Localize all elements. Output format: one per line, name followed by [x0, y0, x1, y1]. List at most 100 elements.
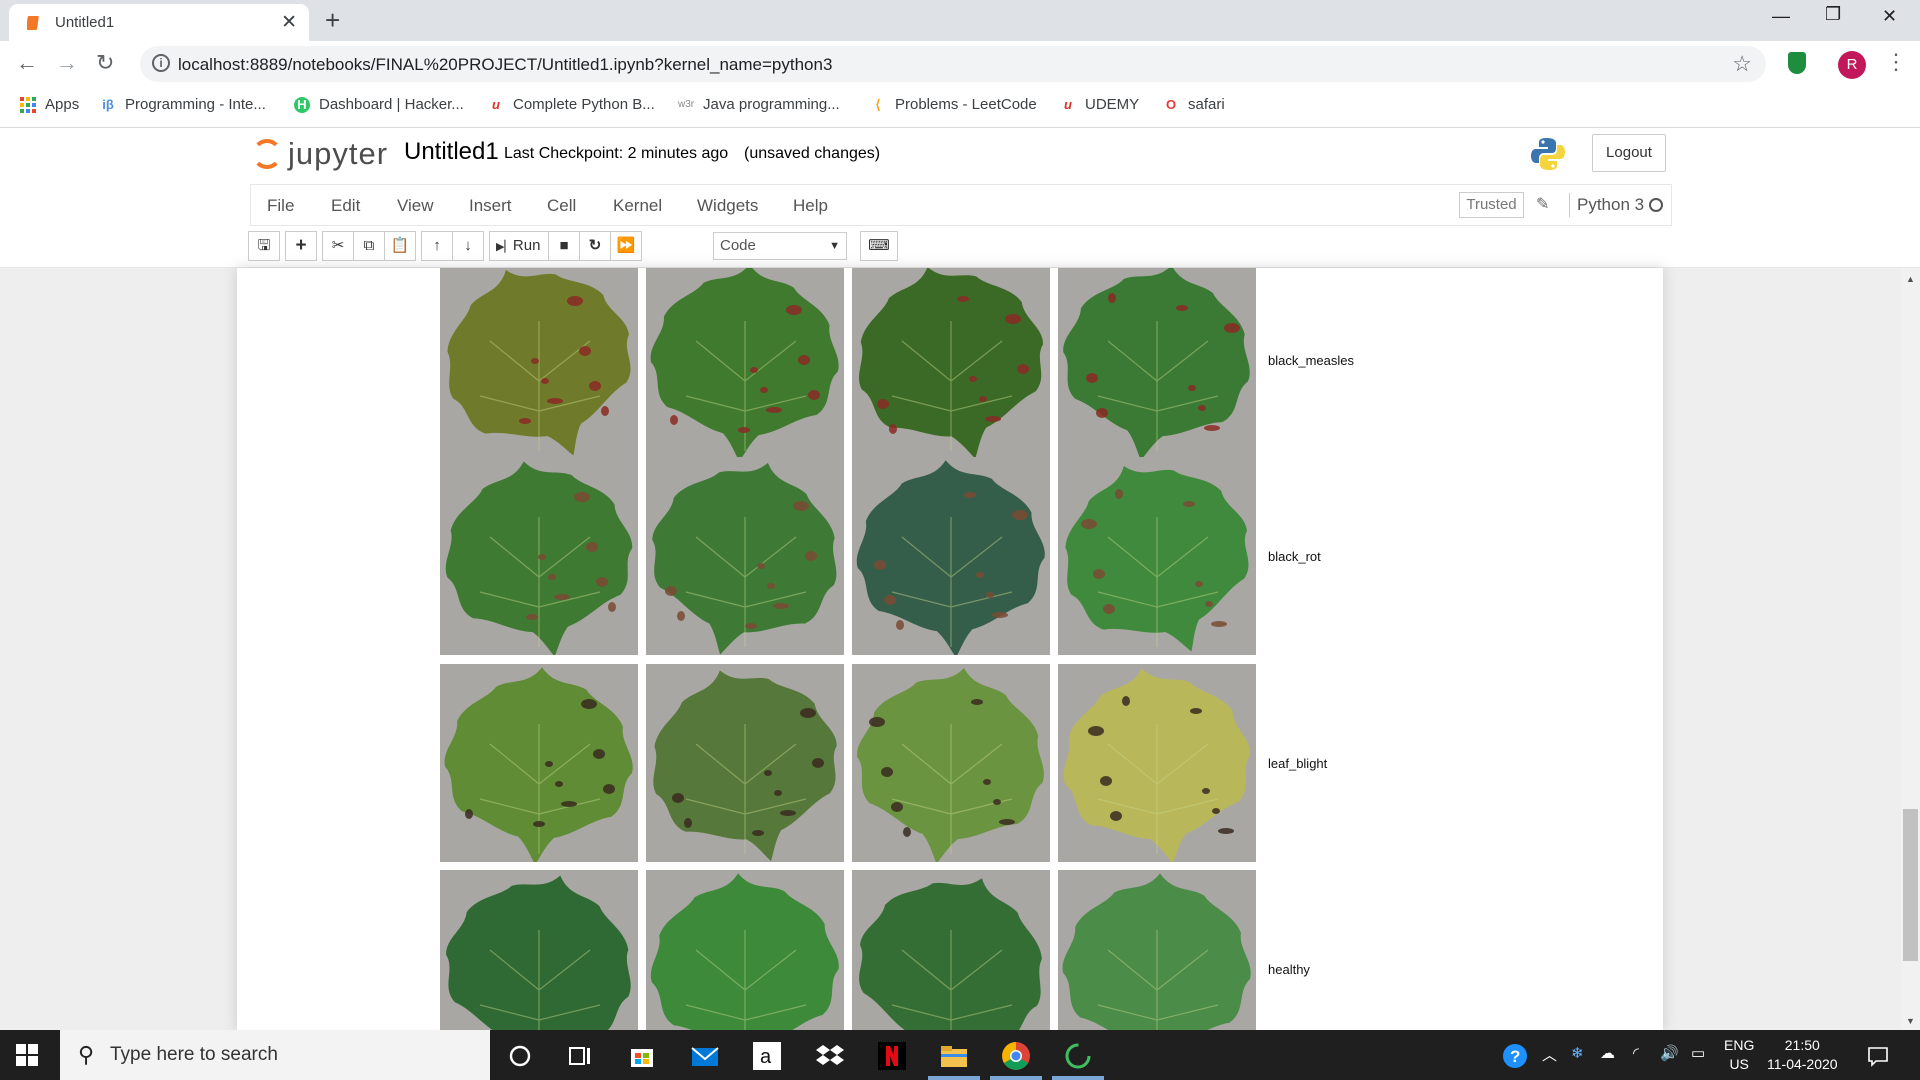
windows-start-icon[interactable]	[16, 1044, 38, 1066]
notebook-name[interactable]: Untitled1	[404, 138, 499, 166]
menu-view[interactable]: View	[397, 196, 434, 216]
safari-icon: O	[1165, 96, 1177, 112]
taskbar-search[interactable]: ⚲ Type here to search	[60, 1030, 490, 1080]
leaf-image	[440, 457, 638, 655]
apps-grid-icon	[20, 96, 36, 113]
bookmark-item[interactable]: Osafari	[1163, 96, 1225, 113]
snowflake-icon[interactable]: ❄	[1571, 1044, 1584, 1062]
bookmark-label: UDEMY	[1085, 96, 1140, 113]
reload-icon[interactable]: ↻	[96, 50, 114, 76]
dropbox-icon[interactable]	[814, 1040, 846, 1072]
address-bar[interactable]: i localhost:8889/notebooks/FINAL%20PROJE…	[140, 46, 1766, 82]
bookmark-item[interactable]: H Dashboard | Hacker...	[294, 96, 464, 113]
cell-type-select[interactable]: Code ▼	[713, 232, 847, 260]
volume-icon[interactable]: 🔊	[1660, 1044, 1679, 1062]
bookmark-item[interactable]: u UDEMY	[1060, 96, 1139, 113]
amazon-icon[interactable]: a	[751, 1040, 783, 1072]
scroll-up-icon[interactable]: ▲	[1906, 274, 1915, 284]
show-hidden-icons-icon[interactable]: ︿	[1542, 1044, 1557, 1065]
copy-icon: ⧉	[363, 237, 375, 254]
save-button[interactable]: 🖫	[248, 231, 280, 261]
site-info-icon[interactable]: i	[152, 54, 170, 72]
paste-button[interactable]: 📋	[384, 231, 416, 261]
menu-insert[interactable]: Insert	[469, 196, 512, 216]
language-code: ENG	[1724, 1037, 1755, 1053]
leaf-image	[440, 870, 638, 1030]
help-icon[interactable]: ?	[1500, 1041, 1530, 1071]
copy-button[interactable]: ⧉	[353, 231, 385, 261]
forward-icon[interactable]: →	[56, 50, 78, 76]
search-placeholder[interactable]: Type here to search	[110, 1044, 278, 1066]
battery-icon[interactable]: ▭	[1691, 1044, 1705, 1062]
bookmark-label: Apps	[45, 96, 80, 113]
cut-button[interactable]: ✂	[322, 231, 354, 261]
leaf-image	[852, 870, 1050, 1030]
bookmark-item[interactable]: iβ Programming - Inte...	[100, 96, 266, 113]
cortana-icon[interactable]	[504, 1040, 536, 1072]
file-explorer-icon[interactable]	[938, 1040, 970, 1072]
bookmark-label: Java programming...	[703, 96, 840, 113]
move-down-button[interactable]: ↓	[452, 231, 484, 261]
chrome-menu-icon[interactable]: ⋮	[1885, 49, 1907, 75]
menu-kernel[interactable]: Kernel	[613, 196, 662, 216]
bookmark-label: Complete Python B...	[513, 96, 655, 113]
shield-extension-icon[interactable]	[1788, 52, 1806, 74]
bookmark-star-icon[interactable]: ☆	[1732, 51, 1752, 77]
jupyter-logo[interactable]: jupyter	[252, 136, 388, 172]
notebook-container: black_measles black_rot leaf_blight heal…	[237, 268, 1663, 1030]
new-tab-icon[interactable]: +	[325, 5, 340, 36]
menu-widgets[interactable]: Widgets	[697, 196, 758, 216]
scissors-icon: ✂	[331, 237, 345, 254]
netflix-icon[interactable]	[876, 1040, 908, 1072]
cell-type-value: Code	[720, 237, 756, 254]
mail-icon[interactable]	[689, 1040, 721, 1072]
restart-run-all-button[interactable]: ⏩	[610, 231, 642, 261]
tab-title: Untitled1	[55, 14, 115, 31]
insert-cell-button[interactable]: +	[285, 231, 317, 261]
arrow-down-icon: ↓	[464, 237, 472, 254]
language-indicator[interactable]: ENG US	[1724, 1036, 1754, 1074]
jupyter-orb-icon	[252, 139, 282, 169]
move-up-button[interactable]: ↑	[421, 231, 453, 261]
bookmark-item[interactable]: u Complete Python B...	[488, 96, 655, 113]
leaf-image	[646, 457, 844, 655]
profile-avatar[interactable]: R	[1838, 51, 1866, 79]
python-logo-icon	[1531, 138, 1565, 170]
chrome-icon[interactable]	[1000, 1040, 1032, 1072]
notifications-icon[interactable]	[1866, 1044, 1890, 1068]
menu-file[interactable]: File	[267, 196, 294, 216]
back-icon[interactable]: ←	[16, 50, 38, 76]
close-tab-icon[interactable]: ✕	[281, 11, 297, 34]
menu-cell[interactable]: Cell	[547, 196, 576, 216]
kernel-name[interactable]: Python 3	[1577, 195, 1644, 215]
bookmark-item[interactable]: ⟨ Problems - LeetCode	[870, 96, 1036, 113]
wifi-icon[interactable]: ◜	[1633, 1044, 1639, 1062]
logout-button[interactable]: Logout	[1592, 134, 1666, 172]
jupyter-logo-text: jupyter	[288, 136, 389, 171]
loading-app-icon[interactable]	[1062, 1040, 1094, 1072]
trusted-indicator[interactable]: Trusted	[1459, 192, 1524, 218]
clock[interactable]: 21:50 11-04-2020	[1767, 1036, 1838, 1074]
restore-icon[interactable]: ❐	[1825, 4, 1841, 25]
interrupt-button[interactable]: ■	[548, 231, 580, 261]
browser-tab[interactable]: Untitled1 ✕	[9, 4, 309, 41]
command-palette-button[interactable]: ⌨	[860, 231, 898, 261]
page-scrollbar[interactable]: ▲ ▼	[1901, 268, 1920, 1030]
bookmark-item[interactable]: Apps	[20, 96, 79, 113]
windows-taskbar: ⚲ Type here to search a ? ︿ ❄ ☁ ◜ 🔊 ▭ EN…	[0, 1030, 1920, 1080]
menu-edit[interactable]: Edit	[331, 196, 360, 216]
task-view-icon[interactable]	[564, 1040, 596, 1072]
step-forward-icon: ▶▏	[496, 241, 513, 253]
menu-help[interactable]: Help	[793, 196, 828, 216]
close-window-icon[interactable]: ✕	[1882, 6, 1897, 27]
url-text[interactable]: localhost:8889/notebooks/FINAL%20PROJECT…	[178, 55, 832, 75]
store-icon[interactable]	[626, 1040, 658, 1072]
minimize-icon[interactable]: —	[1772, 6, 1790, 27]
run-button[interactable]: ▶▏Run	[489, 231, 549, 261]
restart-button[interactable]: ↻	[579, 231, 611, 261]
scroll-down-icon[interactable]: ▼	[1906, 1016, 1915, 1026]
class-label: black_measles	[1268, 353, 1354, 368]
scrollbar-thumb[interactable]	[1903, 809, 1918, 961]
onedrive-cloud-icon[interactable]: ☁	[1600, 1044, 1615, 1062]
bookmark-item[interactable]: w3r Java programming...	[678, 96, 840, 113]
